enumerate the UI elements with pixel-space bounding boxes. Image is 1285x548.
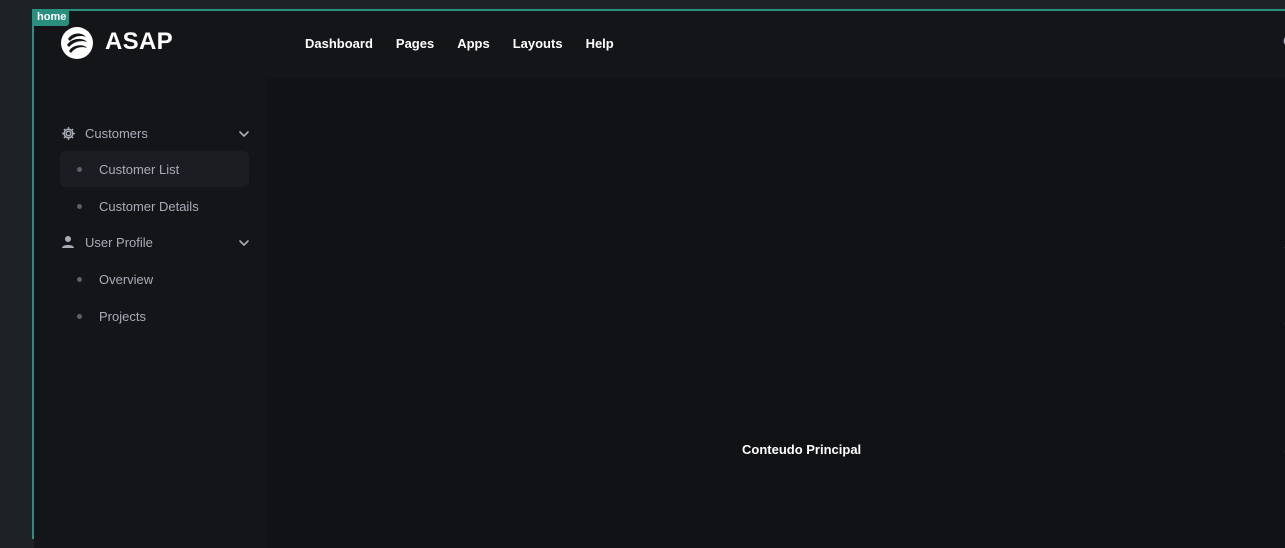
sidebar-group-label: User Profile	[85, 235, 153, 250]
sidebar-item-customer-list[interactable]: Customer List	[60, 151, 249, 187]
bullet-icon	[77, 277, 82, 282]
sidebar-item-label: Customer List	[99, 162, 179, 177]
chevron-down-icon	[238, 127, 250, 139]
sidebar-item-projects[interactable]: Projects	[60, 298, 249, 334]
sidebar-item-customer-details[interactable]: Customer Details	[60, 188, 249, 224]
chevron-down-icon	[238, 236, 250, 248]
nav-layouts[interactable]: Layouts	[513, 36, 563, 51]
top-bar: ASAP Dashboard Pages Apps Layouts Help	[34, 11, 1285, 78]
sidebar-group-customers[interactable]: Customers	[60, 119, 250, 147]
main-nav: Dashboard Pages Apps Layouts Help	[305, 36, 637, 51]
nav-pages[interactable]: Pages	[396, 36, 434, 51]
sidebar-item-overview[interactable]: Overview	[60, 261, 249, 297]
user-icon	[60, 234, 76, 250]
nav-apps[interactable]: Apps	[457, 36, 490, 51]
sidebar-item-label: Customer Details	[99, 199, 199, 214]
bullet-icon	[77, 314, 82, 319]
swirl-logo-icon[interactable]	[60, 26, 94, 60]
main-content-text: Conteudo Principal	[742, 442, 861, 457]
nav-dashboard[interactable]: Dashboard	[305, 36, 373, 51]
nav-help[interactable]: Help	[586, 36, 614, 51]
sidebar-item-label: Overview	[99, 272, 153, 287]
main-content: Conteudo Principal	[267, 78, 1285, 548]
sidebar-item-label: Projects	[99, 309, 146, 324]
bullet-icon	[77, 204, 82, 209]
sidebar-group-user-profile[interactable]: User Profile	[60, 228, 250, 256]
sidebar: Customers Customer List Customer Details	[34, 78, 267, 548]
brand-name[interactable]: ASAP	[105, 28, 173, 56]
sidebar-group-label: Customers	[85, 126, 148, 141]
gear-icon	[60, 125, 76, 141]
bullet-icon	[77, 167, 82, 172]
app-frame: home ASAP Dashboard Pages Apps Layouts H…	[32, 9, 1285, 539]
